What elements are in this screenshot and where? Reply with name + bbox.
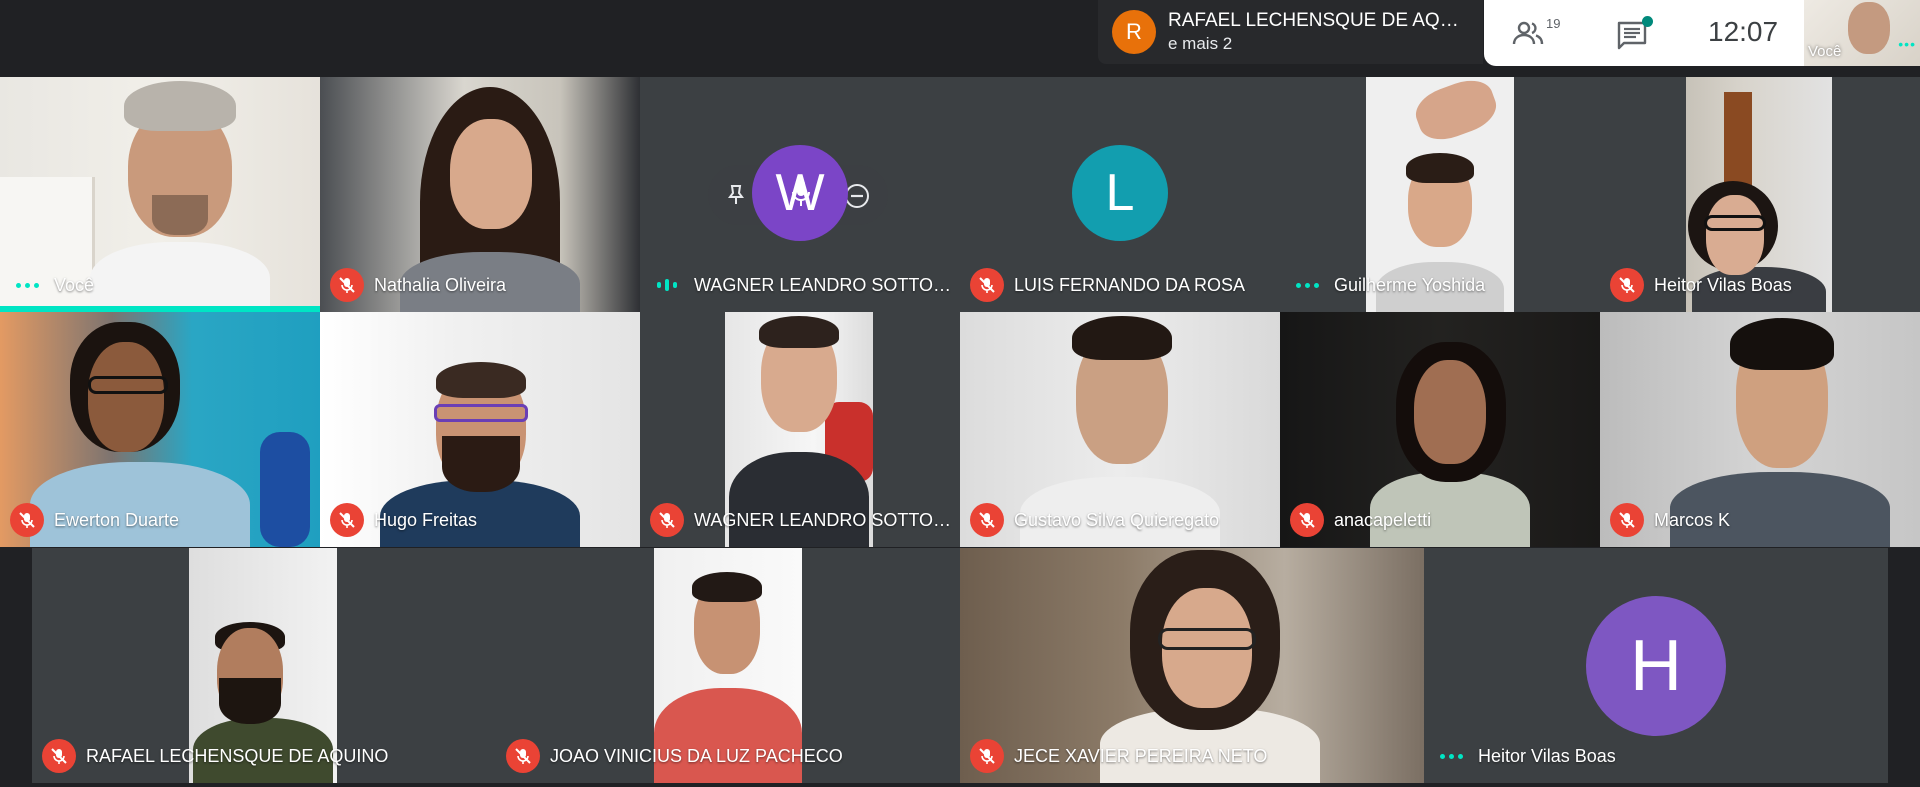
chat-notification-dot	[1642, 16, 1653, 27]
participant-name: LUIS FERNANDO DA ROSA	[1014, 274, 1246, 295]
participant-video	[90, 77, 270, 312]
tile-label: Heitor Vilas Boas	[1610, 268, 1792, 302]
speaking-indicator-icon	[650, 268, 684, 302]
clock: 12:07	[1708, 16, 1779, 47]
tile-label: WAGNER LEANDRO SOTTO…	[650, 268, 951, 302]
tile-label: Você	[10, 268, 94, 302]
participant-name: Ewerton Duarte	[54, 509, 180, 530]
self-view-thumbnail[interactable]: Você •••	[1804, 0, 1920, 66]
participant-name: Guilherme Yoshida	[1334, 274, 1486, 295]
participant-tile[interactable]: H Heitor Vilas Boas	[1424, 548, 1888, 783]
tile-label: LUIS FERNANDO DA ROSA	[970, 268, 1245, 302]
avatar-letter: L	[1105, 164, 1135, 222]
participant-tile[interactable]: Heitor Vilas Boas	[1600, 77, 1920, 312]
mic-off-icon	[330, 268, 364, 302]
speaking-indicator-icon	[1434, 739, 1468, 773]
mic-off-icon	[1290, 503, 1324, 537]
chat-button[interactable]	[1616, 14, 1656, 54]
participant-name: Hugo Freitas	[374, 509, 478, 530]
speaking-indicator-icon	[1290, 268, 1324, 302]
participant-tile[interactable]: WAGNER LEANDRO SOTTO…	[640, 312, 960, 547]
tile-label: WAGNER LEANDRO SOTTO…	[650, 503, 951, 537]
participant-tile[interactable]: Gustavo Silva Quieregato	[960, 312, 1280, 547]
participant-tile[interactable]: L LUIS FERNANDO DA ROSA	[960, 77, 1280, 312]
participant-avatar: L	[1072, 145, 1168, 241]
participant-name: JECE XAVIER PEREIRA NETO	[1014, 745, 1268, 766]
avatar-letter: H	[1630, 626, 1682, 706]
participant-tile[interactable]: Hugo Freitas	[320, 312, 640, 547]
tile-label: anacapeletti	[1290, 503, 1431, 537]
participant-count: 19	[1546, 16, 1561, 31]
mic-off-icon	[970, 268, 1004, 302]
tile-label: JECE XAVIER PEREIRA NETO	[970, 739, 1267, 773]
tile-label: Hugo Freitas	[330, 503, 477, 537]
participant-name: Heitor Vilas Boas	[1654, 274, 1792, 295]
meeting-info-panel: 19 12:07	[1484, 0, 1804, 66]
participant-tile[interactable]: Ewerton Duarte	[0, 312, 320, 547]
people-icon	[1512, 21, 1544, 45]
participant-tile[interactable]: anacapeletti	[1280, 312, 1600, 547]
mic-icon[interactable]	[786, 177, 816, 211]
presenter-chip[interactable]: R RAFAEL LECHENSQUE DE AQ… e mais 2	[1098, 0, 1483, 64]
presenter-avatar: R	[1112, 10, 1156, 54]
tile-label: Gustavo Silva Quieregato	[970, 503, 1219, 537]
participant-name: JOAO VINICIUS DA LUZ PACHECO	[550, 745, 843, 766]
participant-tile[interactable]: Nathalia Oliveira	[320, 77, 640, 312]
tile-label: RAFAEL LECHENSQUE DE AQUINO	[42, 739, 388, 773]
participant-name: Marcos K	[1654, 509, 1731, 530]
mic-off-icon	[650, 503, 684, 537]
participant-name: Nathalia Oliveira	[374, 274, 507, 295]
pin-icon[interactable]	[724, 183, 748, 207]
participant-name: anacapeletti	[1334, 509, 1432, 530]
mic-off-icon	[1610, 268, 1644, 302]
mic-off-icon	[1610, 503, 1644, 537]
participant-name: WAGNER LEANDRO SOTTO…	[694, 274, 952, 295]
participant-tile[interactable]: RAFAEL LECHENSQUE DE AQUINO	[32, 548, 496, 783]
participant-name: RAFAEL LECHENSQUE DE AQUINO	[86, 745, 389, 766]
speaking-indicator-icon: •••	[1898, 36, 1916, 52]
mic-off-icon	[970, 503, 1004, 537]
top-bar: R RAFAEL LECHENSQUE DE AQ… e mais 2 19 1…	[0, 0, 1920, 77]
participant-tile[interactable]: W WAGNER LEANDRO SOTTO…	[640, 77, 960, 312]
tile-label: JOAO VINICIUS DA LUZ PACHECO	[506, 739, 843, 773]
tile-label: Nathalia Oliveira	[330, 268, 506, 302]
tile-label: Ewerton Duarte	[10, 503, 179, 537]
participant-tile[interactable]: Guilherme Yoshida	[1280, 77, 1600, 312]
mic-off-icon	[10, 503, 44, 537]
people-button[interactable]: 19	[1512, 14, 1564, 54]
mic-off-icon	[42, 739, 76, 773]
speaking-indicator-icon	[10, 268, 44, 302]
mic-off-icon	[506, 739, 540, 773]
tile-label: Marcos K	[1610, 503, 1730, 537]
tile-label: Guilherme Yoshida	[1290, 268, 1485, 302]
tile-label: Heitor Vilas Boas	[1434, 739, 1616, 773]
participant-tile[interactable]: JECE XAVIER PEREIRA NETO	[960, 548, 1424, 783]
participant-name: Você	[54, 274, 95, 295]
participant-name: Heitor Vilas Boas	[1478, 745, 1616, 766]
participant-tile[interactable]: Marcos K	[1600, 312, 1920, 547]
participant-tile[interactable]: Você	[0, 77, 320, 312]
participant-name: WAGNER LEANDRO SOTTO…	[694, 509, 952, 530]
self-face	[1848, 2, 1890, 54]
presenter-more-count: e mais 2	[1168, 34, 1233, 53]
presenter-name: RAFAEL LECHENSQUE DE AQ…	[1168, 10, 1459, 31]
mic-off-icon	[970, 739, 1004, 773]
self-view-label: Você	[1808, 43, 1842, 60]
participant-avatar: H	[1586, 596, 1726, 736]
participant-tile[interactable]: JOAO VINICIUS DA LUZ PACHECO	[496, 548, 960, 783]
mic-off-icon	[330, 503, 364, 537]
participant-name: Gustavo Silva Quieregato	[1014, 509, 1220, 530]
